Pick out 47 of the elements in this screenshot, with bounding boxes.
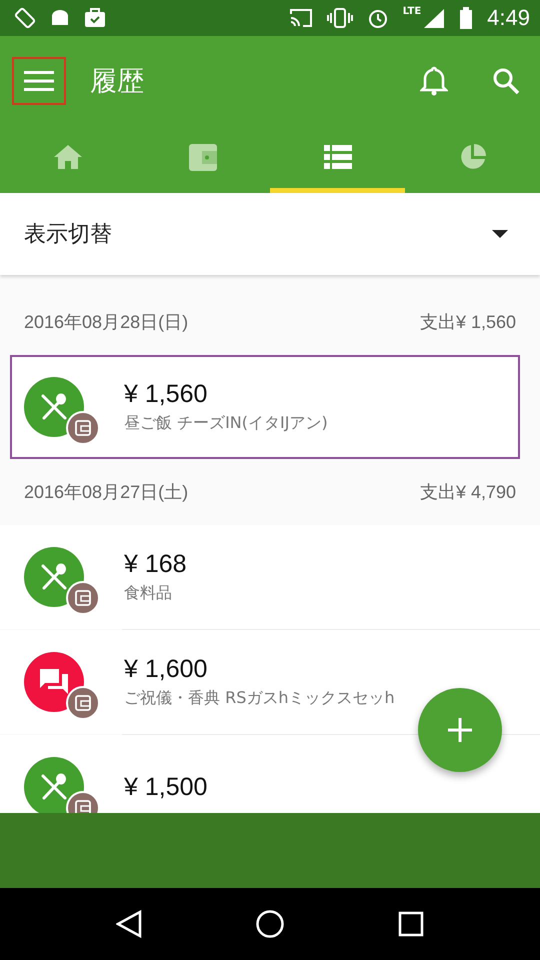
clock: 4:49 bbox=[487, 5, 530, 31]
transaction-item[interactable]: ¥ 1,500 bbox=[0, 735, 540, 813]
rotate-icon bbox=[14, 7, 36, 29]
amount: ¥ 1,500 bbox=[124, 772, 208, 802]
day-total: 支出¥ 1,560 bbox=[420, 311, 516, 334]
cast-icon bbox=[288, 8, 313, 28]
transaction-item[interactable]: ¥ 1,560 昼ご飯 チーズIN(イタIJアン) bbox=[10, 355, 520, 459]
memo: 食料品 bbox=[124, 583, 173, 604]
wallet-icon bbox=[188, 142, 218, 172]
briefcase-icon bbox=[84, 8, 106, 28]
dropdown-caret-icon bbox=[492, 230, 508, 238]
wallet-icon bbox=[75, 695, 91, 711]
amount: ¥ 168 bbox=[124, 550, 187, 579]
view-switch-dropdown[interactable]: 表示切替 bbox=[0, 193, 540, 275]
memo: 昼ご飯 チーズIN(イタIJアン) bbox=[124, 413, 328, 434]
menu-button[interactable] bbox=[12, 56, 66, 104]
transaction-item[interactable]: ¥ 168 食料品 bbox=[0, 525, 540, 629]
fork-spoon-icon bbox=[40, 393, 68, 421]
amount: ¥ 1,560 bbox=[124, 380, 208, 409]
wallet-icon bbox=[75, 420, 91, 436]
bell-icon bbox=[420, 66, 448, 96]
wallet-icon bbox=[75, 800, 91, 813]
network-type: LTE bbox=[402, 6, 422, 17]
fork-spoon-icon bbox=[40, 773, 68, 801]
home-circle-icon bbox=[254, 909, 285, 939]
day-total: 支出¥ 4,790 bbox=[420, 481, 516, 504]
amount: ¥ 1,600 bbox=[124, 655, 208, 684]
alarm-icon bbox=[366, 7, 389, 29]
date-header: 2016年08月28日(日) bbox=[24, 311, 188, 334]
screen-title: 履歴 bbox=[90, 64, 144, 98]
date-header: 2016年08月27日(土) bbox=[24, 481, 188, 504]
fork-spoon-icon bbox=[40, 563, 68, 591]
chat-bubbles-icon bbox=[39, 668, 69, 696]
back-icon bbox=[116, 910, 142, 938]
plus-icon bbox=[448, 718, 472, 742]
list-icon bbox=[324, 144, 352, 168]
signal-icon bbox=[423, 8, 446, 28]
search-icon bbox=[492, 66, 520, 94]
pie-chart-icon bbox=[458, 142, 486, 170]
memo: ご祝儀・香典 RSガスhミックスセッh bbox=[124, 688, 395, 709]
wallet-icon bbox=[75, 590, 91, 606]
vibrate-icon bbox=[326, 8, 353, 28]
recents-icon bbox=[398, 911, 424, 937]
battery-icon bbox=[459, 7, 474, 29]
home-icon bbox=[52, 144, 82, 170]
menu-icon bbox=[24, 70, 54, 90]
transaction-item[interactable]: ¥ 1,600 ご祝儀・香典 RSガスhミックスセッh bbox=[0, 630, 540, 734]
